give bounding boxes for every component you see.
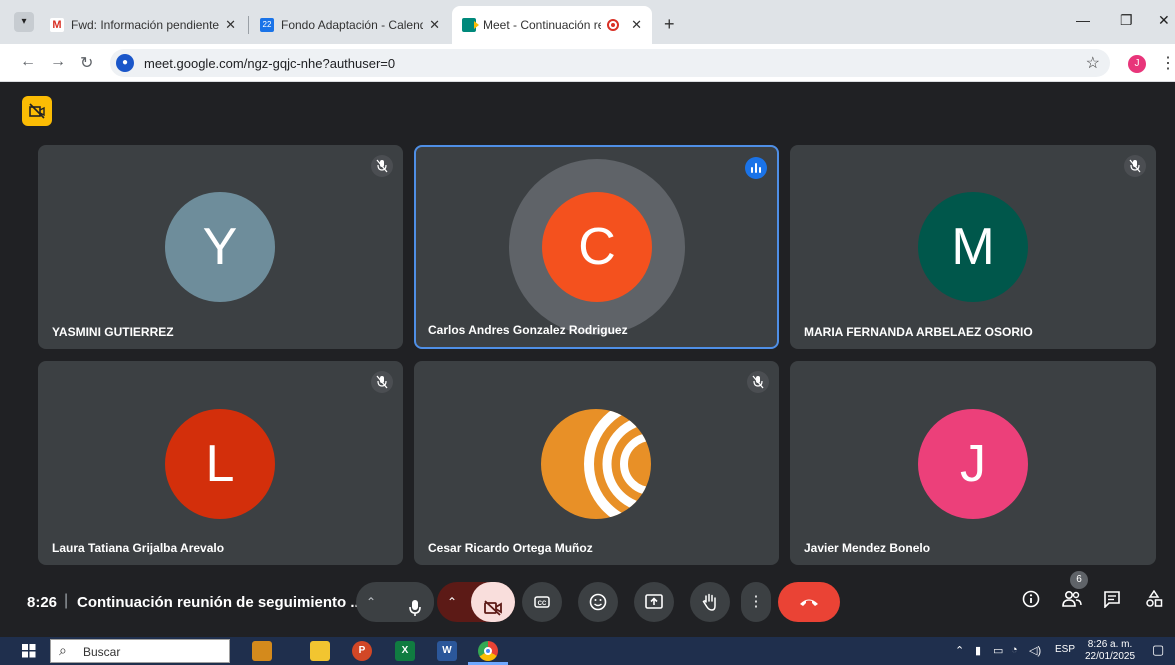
activities-button[interactable] — [1145, 589, 1163, 613]
more-options-button[interactable]: ⋮ — [741, 582, 771, 622]
present-button[interactable] — [634, 582, 674, 622]
chat-icon — [1104, 591, 1120, 609]
raise-hand-button[interactable] — [690, 582, 730, 622]
chrome-icon[interactable] — [478, 641, 498, 661]
camera-group: ⌃ — [437, 582, 515, 622]
word-icon[interactable]: W — [437, 641, 457, 661]
search-icon: ⌕ — [59, 642, 67, 658]
address-bar-row: ← → ↻ ● meet.google.com/ngz-gqjc-nhe?aut… — [0, 44, 1175, 82]
mic-options-chevron-icon[interactable]: ⌃ — [366, 582, 376, 622]
file-explorer-icon[interactable] — [310, 641, 330, 661]
browser-tab-strip: ▾ M Fwd: Información pendiente de ✕ 22 F… — [0, 0, 1175, 44]
briefcase-app-icon[interactable] — [252, 641, 272, 661]
mic-button[interactable] — [396, 582, 434, 622]
volume-icon[interactable]: ◁) — [1029, 644, 1041, 657]
people-count-badge: 6 — [1070, 571, 1088, 589]
captions-button[interactable]: CC — [522, 582, 562, 622]
meeting-details-button[interactable] — [1022, 590, 1040, 613]
reactions-button[interactable] — [578, 582, 618, 622]
windows-start-icon[interactable] — [22, 644, 36, 658]
raise-hand-icon — [702, 593, 716, 611]
people-icon — [1062, 590, 1082, 607]
tab-search-button[interactable]: ▾ — [14, 12, 34, 32]
captions-icon: CC — [534, 596, 550, 608]
close-tab-icon[interactable]: ✕ — [631, 17, 642, 33]
tab-title: Meet - Continuación reunió — [483, 18, 602, 32]
recording-icon — [607, 19, 620, 31]
camera-off-button[interactable] — [471, 582, 515, 622]
url-text[interactable]: meet.google.com/ngz-gqjc-nhe?authuser=0 — [144, 56, 395, 71]
tray-mic-icon: ▮ — [975, 645, 982, 657]
close-tab-icon[interactable]: ✕ — [429, 17, 440, 33]
calendar-icon: 22 — [260, 18, 274, 32]
powerpoint-icon[interactable]: P — [352, 641, 372, 661]
tab-meet[interactable]: Meet - Continuación reunió ✕ — [452, 6, 652, 44]
activities-shapes-icon — [1146, 589, 1163, 607]
meeting-title: Continuación reunión de seguimiento ... — [77, 594, 363, 611]
tab-separator — [248, 16, 249, 34]
leave-call-button[interactable] — [778, 582, 840, 622]
tray-chevron-icon[interactable]: ⌃ — [955, 644, 964, 657]
present-screen-icon — [645, 594, 663, 609]
taskbar-clock[interactable]: 8:26 a. m. 22/01/2025 — [1085, 639, 1135, 663]
control-bar: 8:26 | Continuación reunión de seguimien… — [0, 82, 1175, 637]
clock-date: 22/01/2025 — [1085, 651, 1136, 662]
mic-group: ⌃ — [356, 582, 434, 622]
wifi-icon[interactable]: ◔ — [1011, 644, 1018, 656]
meeting-clock: 8:26 — [27, 594, 58, 611]
tab-title: Fwd: Información pendiente de — [71, 18, 220, 32]
camera-off-icon — [484, 599, 502, 616]
forward-icon[interactable]: → — [50, 53, 66, 71]
tab-calendar[interactable]: 22 Fondo Adaptación - Calendar - ✕ — [250, 6, 450, 44]
clock-time: 8:26 a. m. — [1087, 639, 1133, 650]
title-separator: | — [64, 592, 69, 609]
people-button[interactable] — [1062, 590, 1082, 613]
info-icon — [1022, 590, 1040, 608]
close-window-icon[interactable]: ✕ — [1158, 12, 1170, 29]
notifications-icon[interactable]: ▢ — [1152, 642, 1164, 658]
emoji-icon — [589, 593, 607, 611]
profile-avatar[interactable]: J — [1128, 55, 1146, 73]
browser-menu-icon[interactable]: ⋮ — [1160, 53, 1175, 73]
restore-icon[interactable]: ❐ — [1120, 12, 1133, 29]
back-icon[interactable]: ← — [20, 53, 36, 71]
more-vertical-icon: ⋮ — [748, 593, 764, 610]
bookmark-star-icon[interactable]: ☆ — [1086, 53, 1100, 73]
battery-icon[interactable]: ▭ — [993, 644, 1003, 657]
address-bar[interactable]: ● meet.google.com/ngz-gqjc-nhe?authuser=… — [110, 49, 1110, 77]
tab-gmail[interactable]: M Fwd: Información pendiente de ✕ — [40, 6, 246, 44]
camera-options-chevron-icon[interactable]: ⌃ — [447, 582, 457, 622]
new-tab-button[interactable]: + — [664, 14, 675, 35]
meet-icon — [462, 18, 479, 32]
language-indicator[interactable]: ESP — [1055, 644, 1075, 655]
hang-up-icon — [800, 599, 818, 607]
taskbar-search-box[interactable]: ⌕ Buscar — [50, 639, 230, 663]
site-info-icon[interactable]: ● — [116, 54, 134, 72]
search-placeholder: Buscar — [83, 645, 121, 659]
svg-text:CC: CC — [538, 601, 547, 607]
gmail-icon: M — [50, 18, 64, 32]
chat-button[interactable] — [1103, 590, 1121, 613]
tab-title: Fondo Adaptación - Calendar - — [281, 18, 423, 32]
close-tab-icon[interactable]: ✕ — [225, 17, 236, 33]
reload-icon[interactable]: ↻ — [80, 53, 93, 73]
windows-taskbar: ⌕ Buscar P X W ⌃ ▮ ▭ ◔ ◁) ESP 8:26 a. m.… — [0, 637, 1175, 665]
mic-icon — [409, 599, 421, 616]
minimize-icon[interactable]: — — [1076, 12, 1090, 28]
excel-icon[interactable]: X — [395, 641, 415, 661]
